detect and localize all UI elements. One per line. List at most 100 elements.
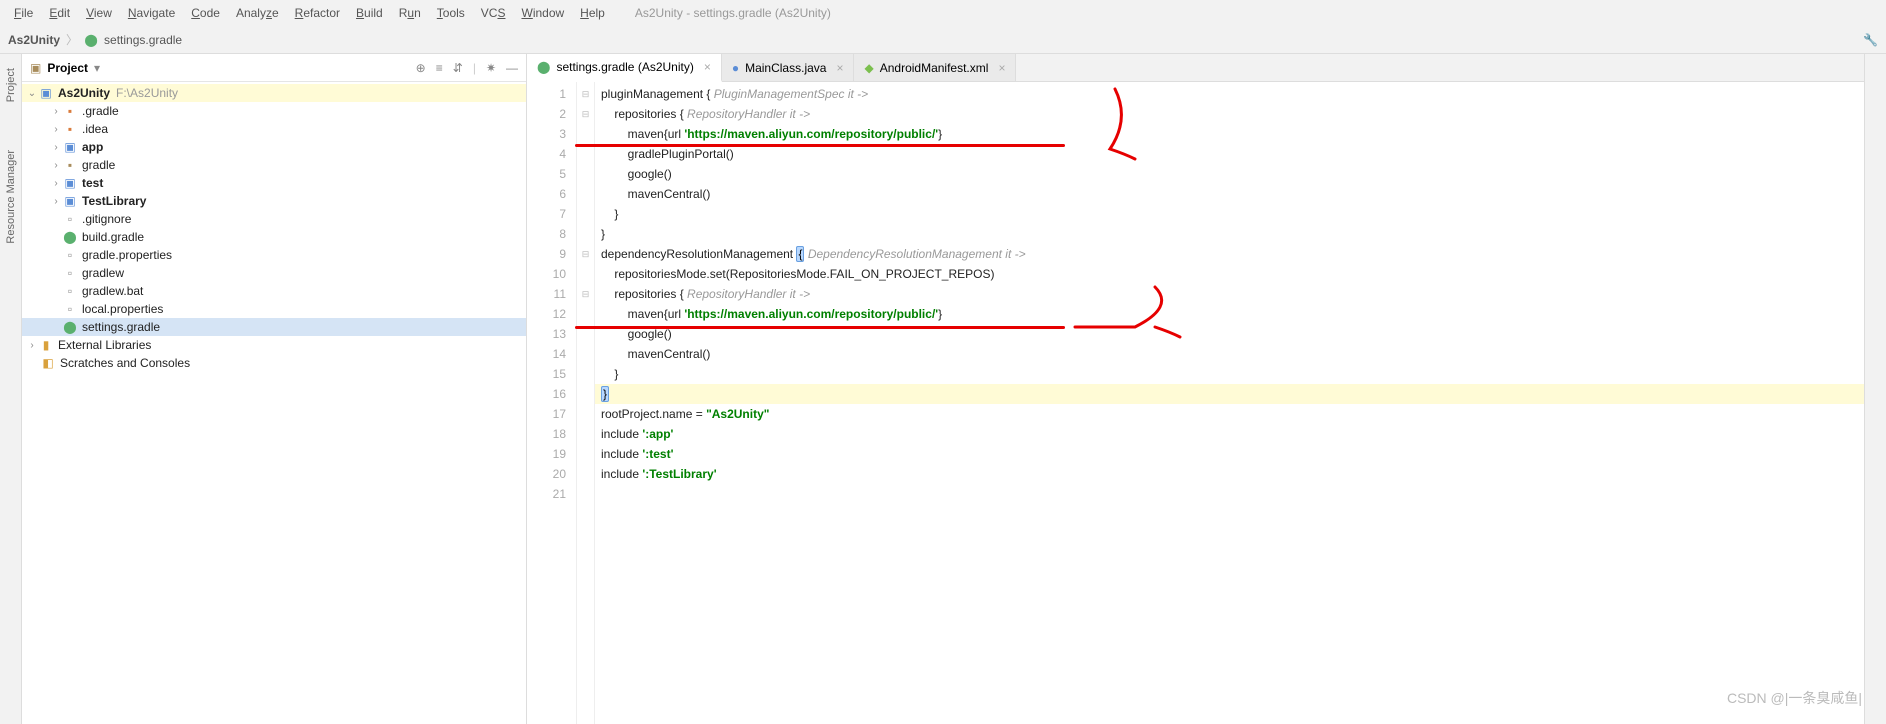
file-icon: ▫ — [62, 302, 78, 316]
close-icon[interactable]: × — [704, 60, 711, 74]
editor-tab[interactable]: ⬤ settings.gradle (As2Unity) × — [527, 54, 722, 82]
library-icon: ▮ — [38, 338, 54, 352]
tree-item[interactable]: ▫ gradle.properties — [22, 246, 526, 264]
tree-item-label: .gitignore — [82, 212, 131, 226]
close-icon[interactable]: × — [836, 61, 843, 75]
tool-icon[interactable]: 🔧 — [1863, 33, 1878, 47]
close-icon[interactable]: × — [998, 61, 1005, 75]
menu-refactor[interactable]: Refactor — [289, 4, 346, 22]
menu-navigate[interactable]: Navigate — [122, 4, 181, 22]
module-icon: ▣ — [38, 86, 54, 100]
fold-gutter[interactable]: ⊟⊟⊟⊟ — [577, 82, 595, 724]
breadcrumb-root[interactable]: As2Unity — [8, 33, 60, 47]
expand-icon[interactable]: › — [50, 160, 62, 171]
sidebar-title: Project — [47, 61, 88, 75]
tree-item[interactable]: ⬤build.gradle — [22, 228, 526, 246]
tree-root-label: As2Unity — [58, 86, 110, 100]
code-content[interactable]: pluginManagement { PluginManagementSpec … — [595, 82, 1864, 724]
menu-edit[interactable]: Edit — [43, 4, 76, 22]
editor-tab[interactable]: ●MainClass.java× — [722, 54, 855, 81]
gradle-icon: ⬤ — [84, 33, 98, 47]
expand-icon[interactable]: ⌄ — [26, 88, 38, 99]
file-icon: ▫ — [62, 212, 78, 226]
editor-tabs: ⬤settings.gradle (As2Unity)×●MainClass.j… — [527, 54, 1864, 82]
tab-label: AndroidManifest.xml — [880, 61, 989, 75]
expand-icon[interactable]: › — [50, 196, 62, 207]
project-icon: ▣ — [30, 61, 41, 75]
editor-area: ⬤settings.gradle (As2Unity)×●MainClass.j… — [527, 54, 1864, 724]
tree-item-label: gradlew — [82, 266, 124, 280]
expand-all-icon[interactable]: ≡ — [436, 61, 443, 75]
tree-item[interactable]: ▫ gradlew.bat — [22, 282, 526, 300]
left-tool-rail: Project Resource Manager — [0, 54, 22, 724]
menu-build[interactable]: Build — [350, 4, 389, 22]
folder-orange-icon: ▪ — [62, 104, 78, 118]
settings-icon[interactable]: ✷ — [486, 61, 496, 75]
tab-project[interactable]: Project — [5, 64, 17, 106]
menu-code[interactable]: Code — [185, 4, 226, 22]
tab-resource-manager[interactable]: Resource Manager — [5, 146, 17, 248]
tree-item-label: gradle — [82, 158, 115, 172]
tree-item-label: gradle.properties — [82, 248, 172, 262]
tree-root[interactable]: ⌄ ▣ As2Unity F:\As2Unity — [22, 84, 526, 102]
menu-analyze[interactable]: Analyze — [230, 4, 285, 22]
menu-help[interactable]: Help — [574, 4, 611, 22]
scratch-icon: ◧ — [40, 356, 56, 370]
app-title: As2Unity - settings.gradle (As2Unity) — [635, 6, 831, 20]
collapse-all-icon[interactable]: ⇵ — [453, 61, 463, 75]
project-tool-window: ▣ Project ▾ ⊕ ≡ ⇵ | ✷ — ⌄ ▣ As2Unity F:\… — [22, 54, 527, 724]
tree-scratches[interactable]: ◧ Scratches and Consoles — [22, 354, 526, 372]
folder-orange-icon: ▪ — [62, 122, 78, 136]
tree-external-libraries[interactable]: › ▮ External Libraries — [22, 336, 526, 354]
menu-window[interactable]: Window — [515, 4, 570, 22]
module-icon: ▣ — [62, 176, 78, 190]
editor-tab[interactable]: ◆AndroidManifest.xml× — [854, 54, 1016, 81]
java-icon: ● — [732, 61, 739, 75]
editor-body[interactable]: 123456789101112131415161718192021 ⊟⊟⊟⊟ p… — [527, 82, 1864, 724]
folder-icon: ▪ — [62, 158, 78, 172]
tree-item[interactable]: ›▪ gradle — [22, 156, 526, 174]
expand-icon[interactable]: › — [50, 142, 62, 153]
tree-item[interactable]: ▫ .gitignore — [22, 210, 526, 228]
tab-label: settings.gradle (As2Unity) — [556, 60, 693, 74]
tree-item[interactable]: ›▣ app — [22, 138, 526, 156]
menu-tools[interactable]: Tools — [431, 4, 471, 22]
tree-item-label: .idea — [82, 122, 108, 136]
menu-view[interactable]: View — [80, 4, 118, 22]
file-icon: ▫ — [62, 248, 78, 262]
file-icon: ▫ — [62, 284, 78, 298]
expand-icon[interactable]: › — [26, 340, 38, 351]
hide-icon[interactable]: — — [506, 61, 518, 75]
tree-item[interactable]: ▫gradlew — [22, 264, 526, 282]
dropdown-icon[interactable]: ▾ — [94, 61, 100, 75]
tree-item[interactable]: ›▣test — [22, 174, 526, 192]
menu-vcs[interactable]: VCS — [475, 4, 512, 22]
tree-item-label: app — [82, 140, 103, 154]
menu-run[interactable]: Run — [393, 4, 427, 22]
gradle-icon: ⬤ — [537, 60, 550, 74]
watermark: CSDN @|一条臭咸鱼| — [1727, 688, 1862, 708]
tree-label: Scratches and Consoles — [60, 356, 190, 370]
tree-item[interactable]: ⬤settings.gradle — [22, 318, 526, 336]
expand-icon[interactable]: › — [50, 178, 62, 189]
tree-label: External Libraries — [58, 338, 151, 352]
tree-item-label: settings.gradle — [82, 320, 160, 334]
module-icon: ▣ — [62, 140, 78, 154]
right-tool-rail — [1864, 54, 1886, 724]
line-gutter: 123456789101112131415161718192021 — [527, 82, 577, 724]
project-tree[interactable]: ⌄ ▣ As2Unity F:\As2Unity ›▪.gradle›▪.ide… — [22, 82, 526, 724]
tree-item[interactable]: ›▣TestLibrary — [22, 192, 526, 210]
tree-item[interactable]: ▫local.properties — [22, 300, 526, 318]
tree-item-label: build.gradle — [82, 230, 144, 244]
tree-item[interactable]: ›▪ .gradle — [22, 102, 526, 120]
menu-file[interactable]: File — [8, 4, 39, 22]
expand-icon[interactable]: › — [50, 106, 62, 117]
tree-item-label: .gradle — [82, 104, 119, 118]
expand-icon[interactable]: › — [50, 124, 62, 135]
select-opened-file-icon[interactable]: ⊕ — [416, 61, 426, 75]
tree-item[interactable]: ›▪ .idea — [22, 120, 526, 138]
breadcrumb: As2Unity 〉 ⬤ settings.gradle 🔧 — [0, 26, 1886, 54]
breadcrumb-file[interactable]: settings.gradle — [104, 33, 182, 47]
tree-item-label: gradlew.bat — [82, 284, 143, 298]
tree-root-path: F:\As2Unity — [116, 86, 178, 100]
